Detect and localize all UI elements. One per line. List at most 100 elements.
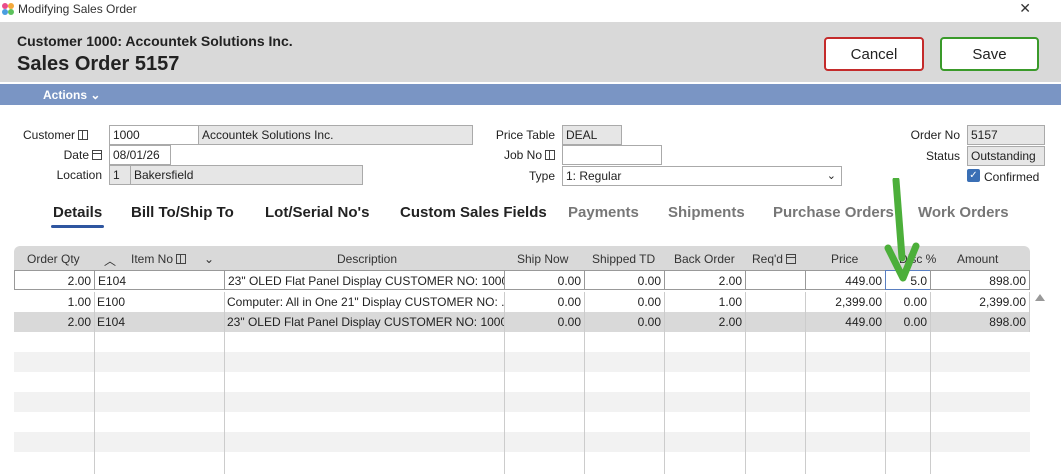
- save-button[interactable]: Save: [940, 37, 1039, 71]
- edit-row: 2.00 E104 23" OLED Flat Panel Display CU…: [14, 270, 1030, 290]
- date-field[interactable]: 08/01/26: [109, 145, 171, 165]
- cell-item-no: E100: [94, 292, 225, 312]
- chevron-down-icon: ⌄: [826, 170, 836, 182]
- column-divider: [745, 332, 746, 474]
- cell-back-order: 1.00: [664, 292, 746, 312]
- cell-description: Computer: All in One 21" Display CUSTOME…: [224, 292, 505, 312]
- empty-row: [14, 372, 1030, 392]
- grid-header: Order Qty ︿ Item No ⌄ Description Ship N…: [14, 246, 1030, 270]
- tab-details[interactable]: Details: [50, 204, 105, 228]
- col-description[interactable]: Description: [337, 252, 397, 266]
- cell-back-order: 2.00: [664, 312, 746, 332]
- table-row[interactable]: 1.00 E100 Computer: All in One 21" Displ…: [14, 292, 1030, 312]
- cell-order-qty[interactable]: 2.00: [14, 270, 95, 290]
- close-icon[interactable]: ✕: [1019, 0, 1031, 17]
- calendar-icon[interactable]: [92, 150, 102, 160]
- col-price[interactable]: Price: [831, 252, 858, 266]
- cell-ship-now: 0.00: [504, 312, 585, 332]
- job-no-label: Job No: [470, 148, 555, 162]
- column-divider: [885, 332, 886, 474]
- empty-row: [14, 452, 1030, 472]
- tab-lot-serial[interactable]: Lot/Serial No's: [265, 204, 369, 221]
- type-label: Type: [528, 169, 555, 183]
- cell-shipped-td[interactable]: 0.00: [584, 270, 665, 290]
- tab-work-orders[interactable]: Work Orders: [918, 204, 1009, 221]
- chevron-down-icon[interactable]: ⌄: [204, 252, 214, 266]
- cell-ship-now: 0.00: [504, 292, 585, 312]
- job-no-label-text: Job No: [503, 148, 542, 162]
- tab-purchase-orders[interactable]: Purchase Orders: [773, 204, 894, 221]
- tab-bill-to-ship-to[interactable]: Bill To/Ship To: [131, 204, 234, 221]
- cell-item-no[interactable]: E104: [94, 270, 225, 290]
- cell-reqd[interactable]: [745, 270, 806, 290]
- scroll-up-icon[interactable]: [1035, 294, 1045, 301]
- cell-disc: 0.00: [885, 312, 931, 332]
- column-divider: [504, 332, 505, 474]
- cell-item-no: E104: [94, 312, 225, 332]
- sort-up-icon[interactable]: ︿: [104, 252, 116, 269]
- col-back-order[interactable]: Back Order: [674, 252, 735, 266]
- location-name-field: Bakersfield: [130, 165, 363, 185]
- column-divider: [94, 332, 95, 474]
- window-title: Modifying Sales Order: [18, 2, 137, 16]
- customer-label-text: Customer: [22, 128, 75, 142]
- table-row[interactable]: 2.00 E104 23" OLED Flat Panel Display CU…: [14, 312, 1030, 332]
- col-ship-now[interactable]: Ship Now: [517, 252, 568, 266]
- grid-scrollbar[interactable]: [1033, 294, 1047, 474]
- order-header: Customer 1000: Accountek Solutions Inc. …: [0, 22, 1061, 82]
- actions-bar: Actions ⌄: [0, 84, 1061, 105]
- col-order-qty[interactable]: Order Qty: [27, 252, 80, 266]
- tab-shipments[interactable]: Shipments: [668, 204, 745, 221]
- cancel-button[interactable]: Cancel: [824, 37, 924, 71]
- column-divider: [664, 332, 665, 474]
- cell-shipped-td: 0.00: [584, 312, 665, 332]
- order-no-field: 5157: [967, 125, 1045, 145]
- lookup-icon[interactable]: [545, 150, 555, 160]
- cell-amount[interactable]: 898.00: [930, 270, 1030, 290]
- column-divider: [930, 332, 931, 474]
- col-item-no-text: Item No: [131, 252, 174, 266]
- customer-name-field: Accountek Solutions Inc.: [198, 125, 473, 145]
- customer-heading: Customer 1000: Accountek Solutions Inc.: [17, 33, 293, 49]
- col-reqd[interactable]: Req'd: [752, 252, 796, 266]
- status-field: Outstanding: [967, 146, 1045, 166]
- cell-price: 449.00: [805, 312, 886, 332]
- empty-row: [14, 392, 1030, 412]
- cell-reqd: [745, 312, 806, 332]
- cell-ship-now[interactable]: 0.00: [504, 270, 585, 290]
- annotation-arrow-icon: [884, 178, 920, 282]
- type-value: 1: Regular: [566, 169, 622, 183]
- cell-order-qty: 1.00: [14, 292, 95, 312]
- cell-description: 23" OLED Flat Panel Display CUSTOMER NO:…: [224, 312, 505, 332]
- tab-custom-sales-fields[interactable]: Custom Sales Fields: [400, 204, 547, 221]
- lookup-icon[interactable]: [78, 130, 88, 140]
- cell-back-order[interactable]: 2.00: [664, 270, 746, 290]
- type-select[interactable]: 1: Regular ⌄: [562, 166, 842, 186]
- window-titlebar: Modifying Sales Order ✕: [0, 0, 1061, 18]
- empty-row: [14, 412, 1030, 432]
- order-no-label: Order No: [910, 128, 960, 142]
- status-label: Status: [925, 149, 960, 163]
- cell-reqd: [745, 292, 806, 312]
- cell-price[interactable]: 449.00: [805, 270, 886, 290]
- column-divider: [805, 332, 806, 474]
- empty-row: [14, 332, 1030, 352]
- col-amount[interactable]: Amount: [957, 252, 998, 266]
- column-divider: [224, 332, 225, 474]
- col-shipped-td[interactable]: Shipped TD: [592, 252, 655, 266]
- app-logo-icon: [2, 3, 14, 15]
- location-label: Location: [56, 168, 102, 182]
- cell-order-qty: 2.00: [14, 312, 95, 332]
- empty-row: [14, 432, 1030, 452]
- confirmed-checkbox[interactable]: ✓: [967, 169, 980, 182]
- cell-amount: 898.00: [930, 312, 1030, 332]
- col-item-no[interactable]: Item No: [131, 252, 187, 266]
- actions-menu[interactable]: Actions ⌄: [43, 88, 100, 102]
- column-divider: [584, 332, 585, 474]
- cell-description[interactable]: 23" OLED Flat Panel Display CUSTOMER NO:…: [224, 270, 505, 290]
- lookup-icon: [176, 254, 187, 264]
- customer-id-field[interactable]: 1000: [109, 125, 199, 145]
- tab-payments[interactable]: Payments: [568, 204, 639, 221]
- job-no-field[interactable]: [562, 145, 662, 165]
- confirmed-label: Confirmed: [984, 170, 1040, 184]
